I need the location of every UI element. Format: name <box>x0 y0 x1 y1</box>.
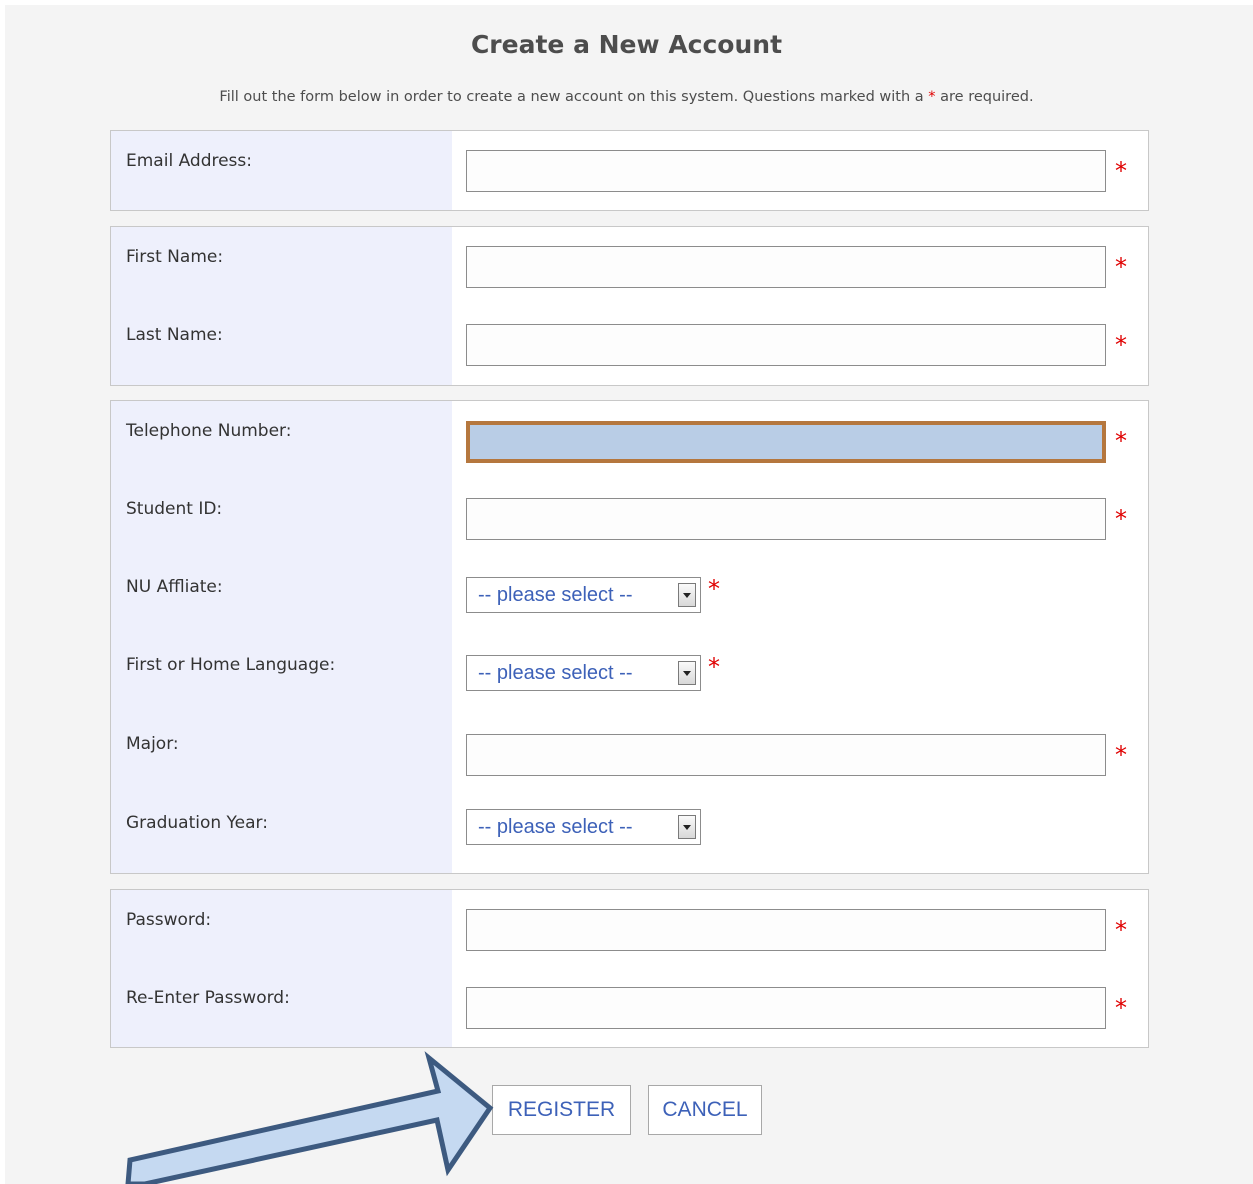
first-name-field[interactable] <box>466 246 1106 288</box>
required-marker: * <box>928 89 936 105</box>
password-field[interactable] <box>466 909 1106 951</box>
home-language-selected-value: -- please select -- <box>478 662 633 684</box>
chevron-down-icon[interactable] <box>678 815 696 839</box>
student-id-label: Student ID: <box>126 499 223 519</box>
nu-affiliate-selected-value: -- please select -- <box>478 584 633 606</box>
required-marker: * <box>1115 741 1127 769</box>
instructions-text-end: are required. <box>935 89 1034 105</box>
required-marker: * <box>1115 331 1127 359</box>
home-language-select[interactable]: -- please select -- <box>466 655 701 691</box>
major-field[interactable] <box>466 734 1106 776</box>
form-instructions: Fill out the form below in order to crea… <box>0 89 1253 105</box>
nu-affiliate-label: NU Affliate: <box>126 577 223 597</box>
details-section: Telephone Number: * Student ID: * NU Aff… <box>110 400 1149 874</box>
required-marker: * <box>1115 427 1127 455</box>
chevron-down-icon[interactable] <box>678 661 696 685</box>
required-marker: * <box>708 653 720 681</box>
student-id-field[interactable] <box>466 498 1106 540</box>
required-marker: * <box>1115 157 1127 185</box>
instructions-text: Fill out the form below in order to crea… <box>219 89 929 105</box>
telephone-label: Telephone Number: <box>126 421 292 441</box>
register-button[interactable]: REGISTER <box>492 1085 631 1135</box>
graduation-year-selected-value: -- please select -- <box>478 816 633 838</box>
graduation-year-label: Graduation Year: <box>126 813 268 833</box>
email-label: Email Address: <box>126 151 252 171</box>
telephone-field[interactable] <box>466 421 1106 463</box>
label-column <box>111 401 452 873</box>
required-marker: * <box>708 575 720 603</box>
password-label: Password: <box>126 910 212 930</box>
name-section: First Name: * Last Name: * <box>110 226 1149 386</box>
cancel-button[interactable]: CANCEL <box>648 1085 762 1135</box>
home-language-label: First or Home Language: <box>126 655 336 675</box>
email-section: Email Address: * <box>110 130 1149 211</box>
required-marker: * <box>1115 253 1127 281</box>
major-label: Major: <box>126 734 179 754</box>
last-name-field[interactable] <box>466 324 1106 366</box>
graduation-year-select[interactable]: -- please select -- <box>466 809 701 845</box>
chevron-down-icon[interactable] <box>678 583 696 607</box>
last-name-label: Last Name: <box>126 325 223 345</box>
required-marker: * <box>1115 916 1127 944</box>
required-marker: * <box>1115 994 1127 1022</box>
password-section: Password: * Re-Enter Password: * <box>110 889 1149 1048</box>
password-confirm-label: Re-Enter Password: <box>126 988 290 1008</box>
page-title: Create a New Account <box>470 30 783 59</box>
nu-affiliate-select[interactable]: -- please select -- <box>466 577 701 613</box>
first-name-label: First Name: <box>126 247 224 267</box>
password-confirm-field[interactable] <box>466 987 1106 1029</box>
registration-page: Create a New Account Fill out the form b… <box>0 0 1253 1184</box>
email-field[interactable] <box>466 150 1106 192</box>
required-marker: * <box>1115 505 1127 533</box>
